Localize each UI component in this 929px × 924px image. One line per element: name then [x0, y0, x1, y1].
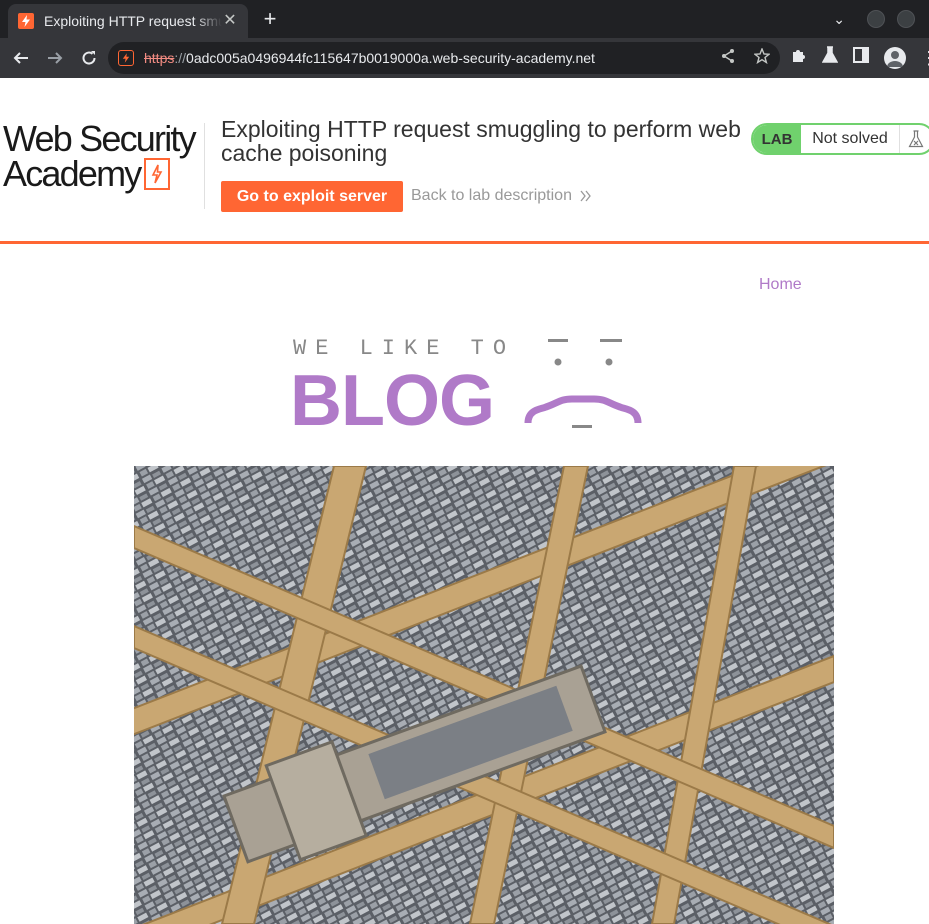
forward-arrow-icon[interactable]	[40, 43, 70, 73]
logo-lightning-icon	[144, 158, 171, 190]
lab-badge: LAB	[753, 125, 801, 153]
blog-hero-image	[134, 466, 834, 924]
share-icon[interactable]	[720, 48, 736, 69]
new-tab-button[interactable]: +	[258, 8, 282, 32]
url-host: 0adc005a0496944fc115647b0019000a.web-sec…	[186, 50, 595, 66]
toolbar-actions: ⋮	[790, 46, 929, 69]
logo-line2-row: Academy	[3, 156, 203, 192]
extensions-puzzle-icon[interactable]	[790, 46, 808, 69]
reload-icon[interactable]	[74, 43, 104, 73]
lab-status: Not solved	[812, 130, 888, 147]
close-tab-icon[interactable]: ✕	[222, 13, 238, 29]
browser-tabstrip: Exploiting HTTP request smuggling to per…	[0, 0, 929, 38]
window-controls: ⌄	[833, 0, 929, 38]
web-security-academy-logo[interactable]: Web Security Academy	[3, 118, 203, 192]
labs-flask-icon[interactable]	[821, 46, 839, 69]
back-to-lab-description-link[interactable]: Back to lab description	[411, 187, 592, 205]
lab-status-widget: LAB Not solved	[751, 123, 929, 155]
back-arrow-icon[interactable]	[6, 43, 36, 73]
side-panel-icon[interactable]	[852, 46, 870, 69]
go-to-exploit-server-button[interactable]: Go to exploit server	[221, 181, 403, 212]
profile-avatar-icon[interactable]	[884, 46, 906, 69]
letterpress-type-case-image	[134, 466, 834, 924]
blog-wordmark: BLOG	[290, 361, 495, 441]
lightning-favicon-icon	[18, 13, 34, 29]
browser-toolbar: https://0adc005a0496944fc115647b0019000a…	[0, 38, 929, 78]
minimize-window-icon[interactable]	[867, 10, 885, 28]
address-bar[interactable]: https://0adc005a0496944fc115647b0019000a…	[108, 42, 780, 74]
blog-logo: WE LIKE TO BLOG	[290, 333, 650, 437]
lab-header: Web Security Academy Exploiting HTTP req…	[0, 78, 929, 244]
maximize-window-icon[interactable]	[897, 10, 915, 28]
bookmark-star-icon[interactable]	[753, 47, 771, 69]
blog-face-icon	[524, 339, 642, 428]
url-text[interactable]: https://0adc005a0496944fc115647b0019000a…	[144, 50, 595, 66]
header-divider	[204, 123, 205, 209]
url-separator: ://	[174, 50, 187, 66]
not-secure-lightning-icon[interactable]	[118, 50, 134, 66]
lab-flask-icon	[899, 125, 929, 153]
double-chevron-right-icon	[580, 190, 591, 202]
logo-line1: Web Security	[3, 118, 197, 159]
back-link-label: Back to lab description	[411, 187, 572, 204]
browser-menu-icon[interactable]: ⋮	[920, 49, 929, 67]
url-scheme: https	[144, 50, 175, 66]
blog-tagline: WE LIKE TO	[293, 336, 516, 361]
tab-search-chevron-icon[interactable]: ⌄	[833, 11, 845, 28]
tab-title: Exploiting HTTP request smuggling to per…	[44, 13, 222, 29]
nav-home-link[interactable]: Home	[759, 276, 802, 294]
browser-tab[interactable]: Exploiting HTTP request smuggling to per…	[8, 4, 248, 38]
lab-title: Exploiting HTTP request smuggling to per…	[221, 116, 741, 166]
logo-line2: Academy	[3, 153, 142, 194]
